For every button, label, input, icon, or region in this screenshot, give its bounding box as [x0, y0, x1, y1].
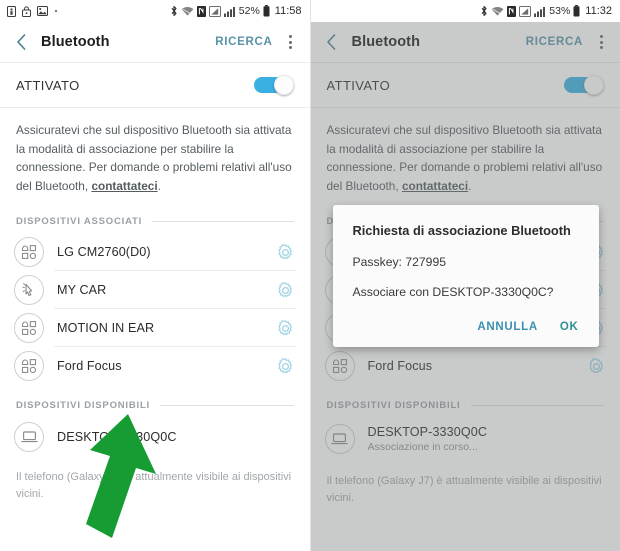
- signal-bars-icon: [223, 6, 236, 17]
- right-phone-screen: 53% 11:32 Bluetooth RICERCA ATTIVATO Ass…: [309, 0, 620, 551]
- touch-pointer-icon: [14, 275, 44, 305]
- nfc-icon: [507, 5, 517, 17]
- battery-percent-label: 53%: [549, 5, 571, 17]
- bluetooth-icon: [170, 5, 178, 17]
- paired-devices-label: DISPOSITIVI ASSOCIATI: [16, 215, 143, 227]
- device-name: DESKTOP-3330Q0C: [57, 430, 177, 444]
- clock-label: 11:58: [274, 5, 302, 17]
- wifi-icon: [491, 6, 504, 17]
- bluetooth-device-icon: [14, 237, 44, 267]
- clock-label: 11:32: [585, 5, 612, 17]
- device-name: LG CM2760(D0): [57, 245, 151, 259]
- back-button[interactable]: [10, 31, 32, 53]
- device-row-motion-in-ear[interactable]: MOTION IN EAR: [0, 309, 310, 347]
- device-row-my-car[interactable]: MY CAR: [0, 271, 310, 309]
- dialog-passkey: Passkey: 727995: [352, 255, 447, 269]
- available-devices-label: DISPOSITIVI DISPONIBILI: [16, 399, 151, 411]
- pairing-request-dialog: Richiesta di associazione Bluetooth Pass…: [332, 205, 599, 347]
- device-text-block: Ford Focus: [57, 359, 122, 373]
- signal-bars-icon: [534, 6, 546, 17]
- signal-icon: [208, 5, 221, 17]
- contact-link[interactable]: contattateci: [91, 179, 157, 193]
- paired-devices-section-header: DISPOSITIVI ASSOCIATI: [0, 209, 310, 233]
- battery-icon: [263, 5, 270, 17]
- signal-icon: [519, 5, 532, 17]
- section-divider: [152, 220, 294, 222]
- device-text-block: LG CM2760(D0): [57, 245, 151, 259]
- cancel-button[interactable]: ANNULLA: [477, 321, 537, 333]
- battery-icon: [573, 5, 580, 17]
- kebab-menu-icon[interactable]: [284, 33, 298, 51]
- left-status-indicators: 52% 11:58: [170, 5, 302, 17]
- sim-card-icon: [7, 5, 16, 17]
- device-text-block: MY CAR: [57, 283, 106, 297]
- lock-icon: [22, 5, 31, 17]
- device-text-block: MOTION IN EAR: [57, 321, 154, 335]
- bluetooth-device-icon: [14, 351, 44, 381]
- right-status-bar: 53% 11:32: [310, 0, 620, 22]
- dialog-buttons: ANNULLA OK: [353, 315, 579, 337]
- switch-knob: [273, 75, 294, 95]
- bluetooth-description: Assicuratevi che sul dispositivo Bluetoo…: [0, 108, 310, 209]
- battery-percent-label: 52%: [238, 5, 260, 17]
- nfc-icon: [196, 5, 206, 17]
- available-devices-section-header: DISPOSITIVI DISPONIBILI: [0, 393, 310, 417]
- page-title: Bluetooth: [41, 34, 110, 50]
- bluetooth-toggle-row[interactable]: ATTIVATO: [0, 63, 310, 108]
- device-name: MY CAR: [57, 283, 107, 297]
- section-divider: [160, 404, 294, 406]
- left-action-bar: Bluetooth RICERCA: [0, 22, 310, 63]
- bluetooth-toggle-label: ATTIVATO: [16, 77, 80, 93]
- laptop-icon: [14, 422, 44, 452]
- dialog-confirm-question: Associare con DESKTOP-3330Q0C?: [352, 285, 554, 299]
- visibility-footnote: Il telefono (Galaxy J7) è attualmente vi…: [16, 471, 292, 500]
- device-text-block: DESKTOP-3330Q0C: [57, 430, 177, 444]
- device-row-desktop[interactable]: DESKTOP-3330Q0C: [0, 417, 310, 457]
- search-button[interactable]: RICERCA: [215, 36, 272, 48]
- left-status-icons: [7, 5, 58, 17]
- gear-icon[interactable]: [276, 242, 296, 262]
- gear-icon[interactable]: [276, 280, 296, 300]
- dot-icon: [54, 9, 58, 13]
- left-phone-screen: 52% 11:58 Bluetooth RICERCA ATTIVATO Ass…: [0, 0, 310, 551]
- dialog-title: Richiesta di associazione Bluetooth: [352, 223, 571, 238]
- gear-icon[interactable]: [276, 356, 296, 376]
- left-status-bar: 52% 11:58: [0, 0, 310, 22]
- description-text-end: .: [157, 178, 161, 193]
- gear-icon[interactable]: [276, 318, 296, 338]
- screenshot-stage: 52% 11:58 Bluetooth RICERCA ATTIVATO Ass…: [0, 0, 620, 551]
- ok-button[interactable]: OK: [560, 321, 579, 333]
- bluetooth-icon: [480, 5, 488, 17]
- wifi-icon: [181, 6, 194, 17]
- screenshot-icon: [37, 6, 48, 16]
- bluetooth-device-icon: [14, 313, 44, 343]
- bluetooth-toggle-switch[interactable]: [253, 75, 294, 95]
- device-row-lg-cm2760[interactable]: LG CM2760(D0): [0, 233, 310, 271]
- right-status-indicators: 53% 11:32: [480, 5, 612, 17]
- device-name: Ford Focus: [57, 359, 122, 373]
- device-row-ford-focus[interactable]: Ford Focus: [0, 347, 310, 385]
- device-name: MOTION IN EAR: [57, 321, 155, 335]
- left-action-bar-actions: RICERCA: [215, 33, 297, 51]
